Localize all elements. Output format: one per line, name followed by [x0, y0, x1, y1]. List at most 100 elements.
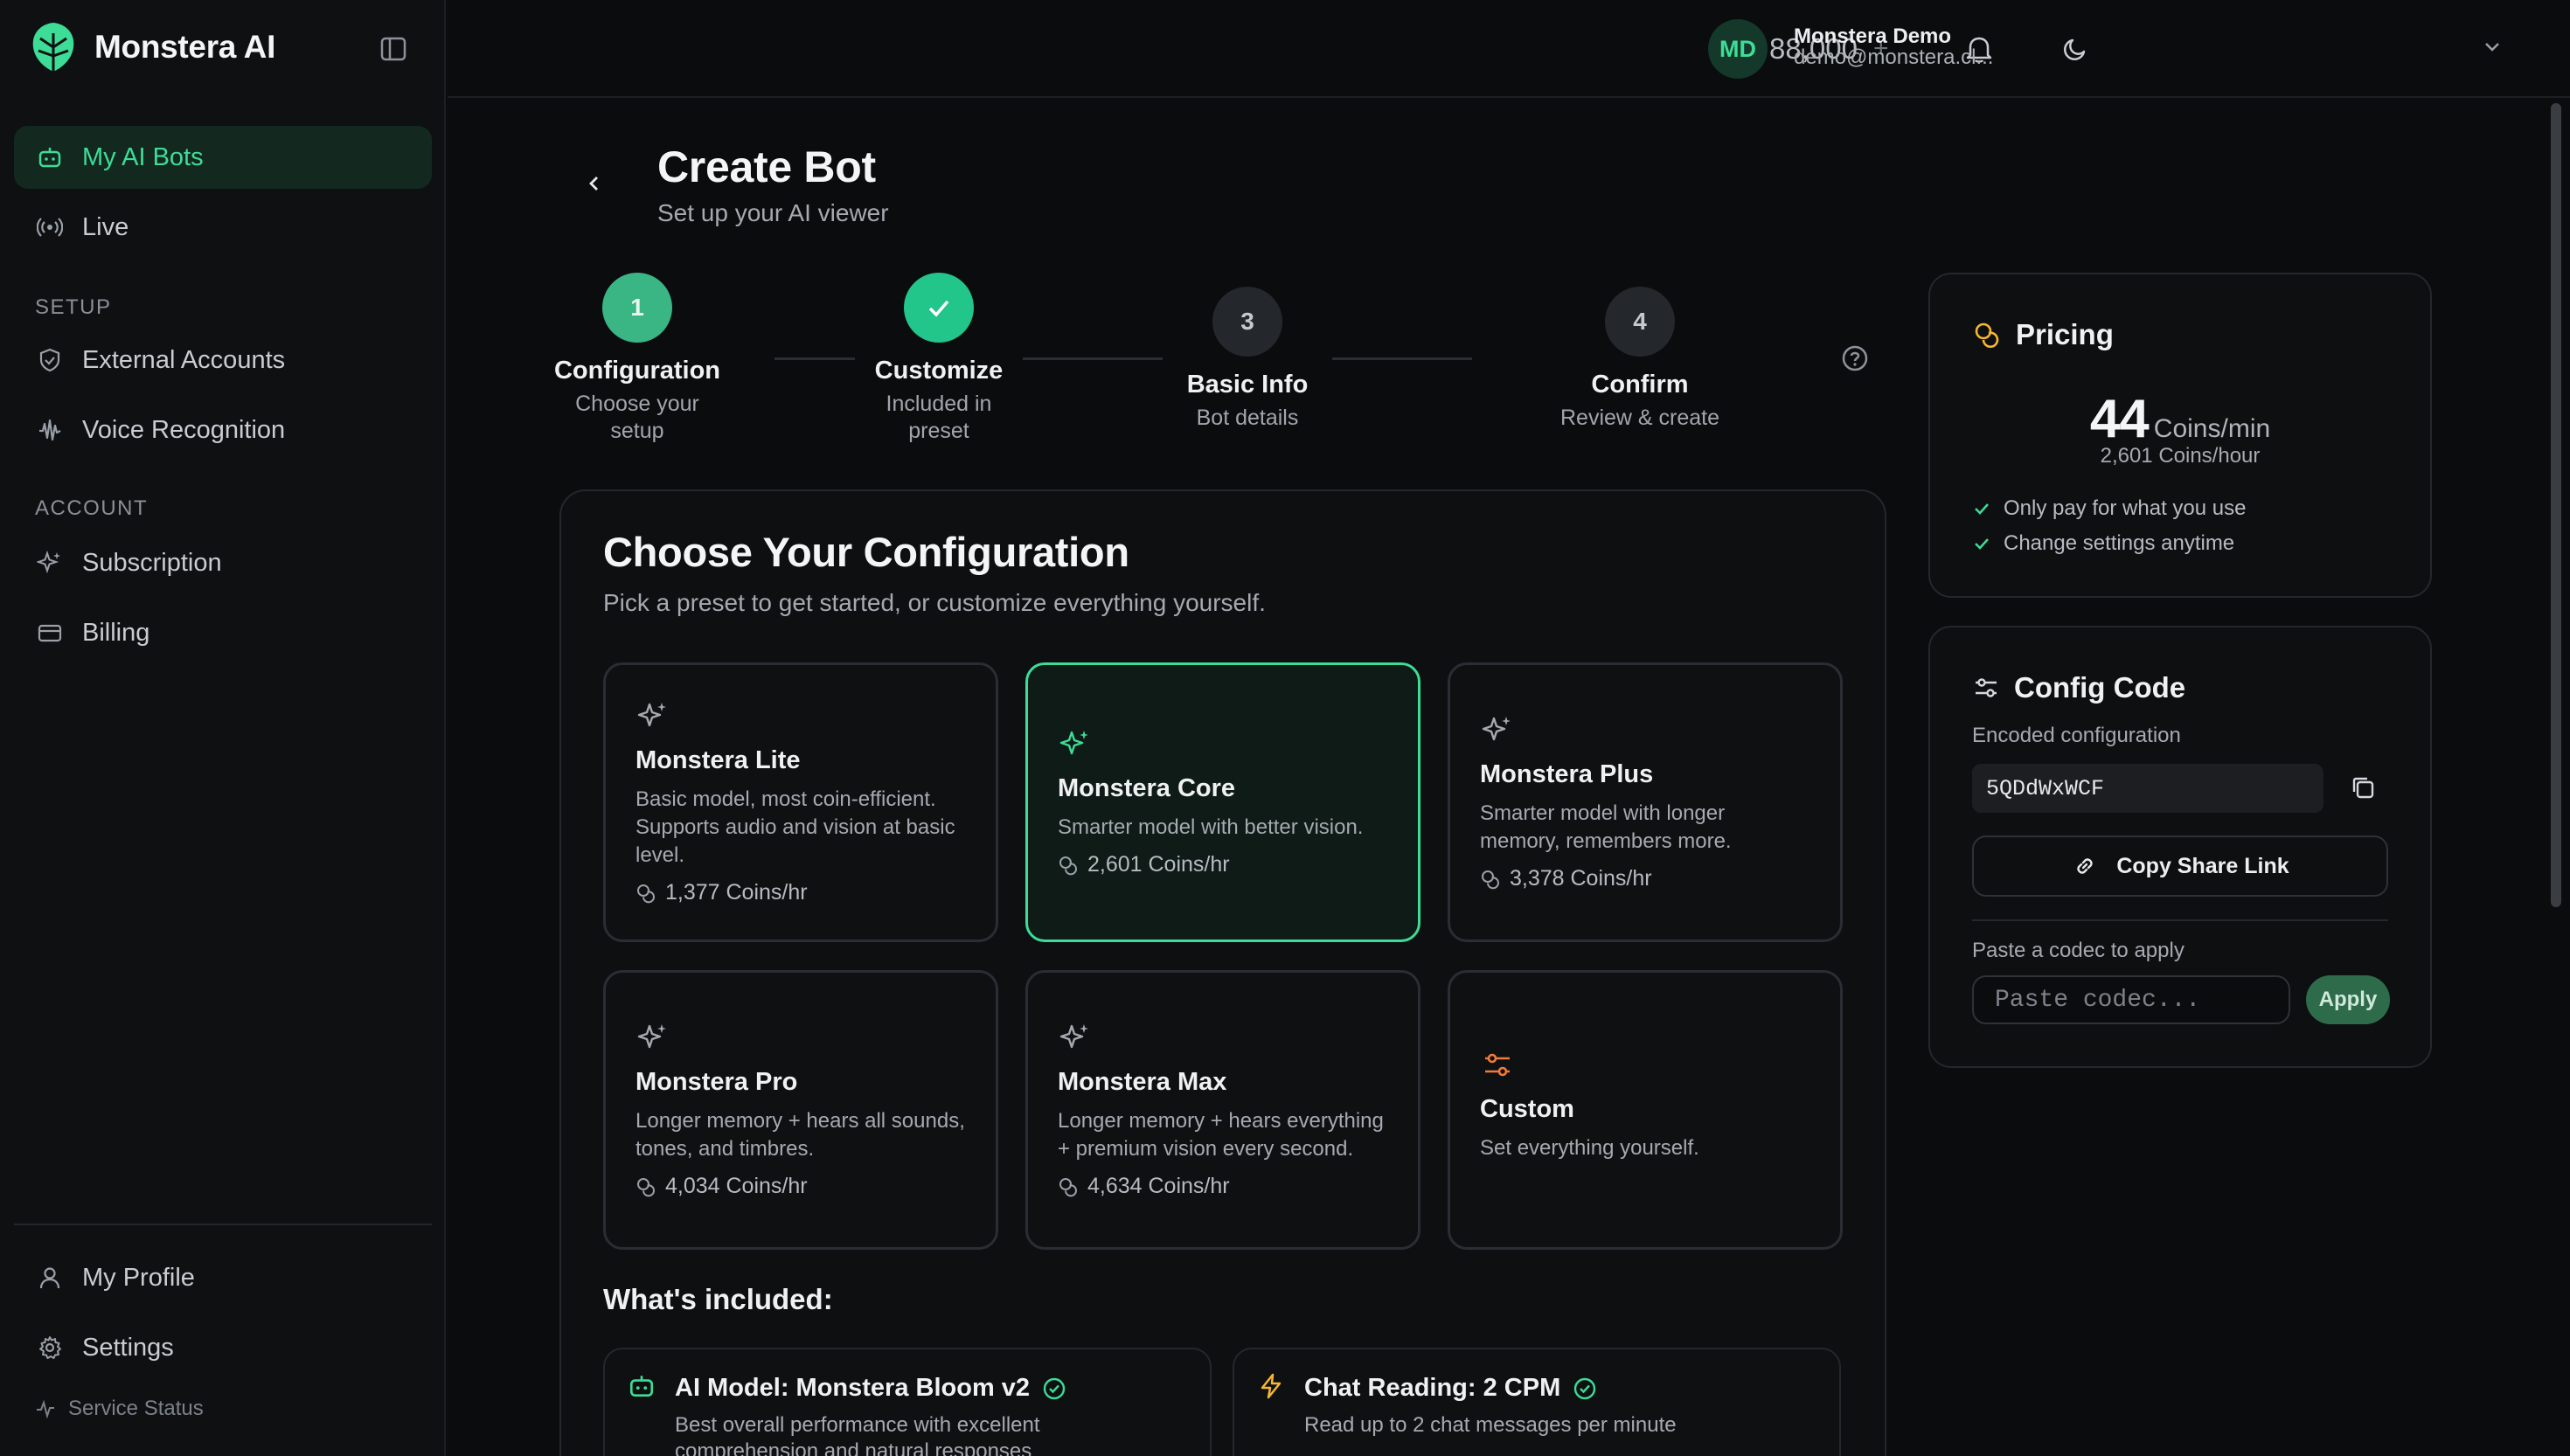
sidebar-item-my-ai-bots[interactable]: My AI Bots — [14, 126, 432, 189]
preset-name: Monstera Core — [1058, 774, 1236, 802]
broadcast-icon — [37, 214, 63, 240]
preset-desc: Longer memory + hears everything + premi… — [1058, 1109, 1384, 1161]
copy-share-link-label: Copy Share Link — [2116, 853, 2289, 878]
step-confirm[interactable]: 4 Confirm Review & create — [1544, 287, 1736, 432]
link-icon — [2071, 852, 2099, 880]
preset-cost: 2,601 Coins/hr — [1058, 852, 1388, 877]
preset-cost: 4,634 Coins/hr — [1058, 1174, 1388, 1199]
sidebar-item-voice-recognition[interactable]: Voice Recognition — [14, 399, 432, 461]
pricing-benefit-text: Change settings anytime — [2004, 531, 2235, 555]
coins-icon — [1058, 855, 1079, 876]
sidebar-section-setup: SETUP — [35, 295, 112, 319]
included-item-desc: Best overall performance with excellent … — [675, 1413, 1040, 1456]
copy-icon[interactable] — [2348, 773, 2378, 802]
preset-cost-value: 4,034 Coins/hr — [665, 1174, 808, 1198]
step-desc: Choose your setup — [575, 392, 699, 443]
back-chevron-icon[interactable] — [577, 166, 612, 201]
paste-codec-label: Paste a codec to apply — [1972, 939, 2184, 962]
bot-icon — [628, 1372, 656, 1400]
service-status-label: Service Status — [68, 1397, 204, 1420]
page-scrollbar[interactable] — [2551, 103, 2561, 907]
user-email: demo@monstera.cl... — [1794, 45, 1994, 69]
sparkles-icon — [37, 550, 63, 576]
preset-monstera-max[interactable]: Monstera Max Longer memory + hears every… — [1025, 970, 1420, 1250]
preset-cost: 3,378 Coins/hr — [1480, 866, 1810, 891]
sidebar-item-label: My Profile — [82, 1263, 195, 1292]
sidebar-item-external-accounts[interactable]: External Accounts — [14, 329, 432, 392]
configuration-subtitle: Pick a preset to get started, or customi… — [603, 589, 1266, 616]
dark-mode-moon-icon[interactable] — [2054, 28, 2096, 70]
help-circle-icon[interactable] — [1839, 343, 1871, 374]
sparkles-icon — [1480, 713, 1810, 748]
coins-icon — [636, 883, 656, 904]
sidebar: Monstera AI My AI Bots Live SETUP Extern… — [0, 0, 446, 1456]
sparkles-icon — [1058, 1021, 1388, 1056]
preset-monstera-core[interactable]: Monstera Core Smarter model with better … — [1025, 662, 1420, 942]
user-avatar[interactable]: MD — [1708, 19, 1768, 79]
step-number: 3 — [1212, 287, 1282, 357]
topbar: 88,000 + — [448, 0, 2570, 98]
included-item-desc: Read up to 2 chat messages per minute — [1304, 1413, 1677, 1437]
copy-share-link-button[interactable]: Copy Share Link — [1972, 835, 2388, 897]
sidebar-item-my-profile[interactable]: My Profile — [14, 1246, 432, 1309]
sidebar-item-label: Live — [82, 212, 129, 241]
step-customize[interactable]: Customize Included in preset — [851, 273, 1026, 445]
apply-button[interactable]: Apply — [2306, 975, 2390, 1024]
preset-custom[interactable]: Custom Set everything yourself. — [1448, 970, 1843, 1250]
pricing-benefit: Only pay for what you use — [1972, 496, 2246, 521]
sparkles-icon — [1058, 727, 1388, 762]
preset-cost: 4,034 Coins/hr — [636, 1174, 966, 1199]
coins-icon — [1058, 1176, 1079, 1197]
pricing-title: Pricing — [2016, 318, 2114, 350]
brand[interactable]: Monstera AI — [30, 19, 275, 75]
included-title: What's included: — [603, 1283, 833, 1315]
included-item-title: Chat Reading: 2 CPM — [1304, 1374, 1597, 1403]
preset-cost-value: 4,634 Coins/hr — [1087, 1174, 1230, 1198]
sidebar-item-settings[interactable]: Settings — [14, 1316, 432, 1379]
preset-cost: 1,377 Coins/hr — [636, 880, 966, 905]
preset-monstera-pro[interactable]: Monstera Pro Longer memory + hears all s… — [603, 970, 998, 1250]
stepper-connector — [774, 357, 855, 360]
chevron-down-icon[interactable] — [2479, 33, 2505, 59]
sidebar-section-account: ACCOUNT — [35, 496, 149, 520]
step-title: Confirm — [1591, 371, 1689, 399]
preset-cost-value: 3,378 Coins/hr — [1510, 866, 1652, 891]
step-title: Basic Info — [1186, 371, 1309, 399]
gear-icon — [37, 1335, 63, 1361]
check-circle-icon — [1042, 1376, 1066, 1401]
sidebar-item-live[interactable]: Live — [14, 196, 432, 259]
paste-codec-input[interactable] — [1972, 975, 2290, 1024]
stepper-connector — [1332, 357, 1472, 360]
config-code-title: Config Code — [2014, 671, 2186, 704]
preset-name: Monstera Pro — [636, 1068, 798, 1096]
included-chat-reading: Chat Reading: 2 CPM Read up to 2 chat me… — [1233, 1348, 1841, 1456]
preset-desc: Basic model, most coin-efficient. Suppor… — [636, 787, 955, 867]
sidebar-item-label: External Accounts — [82, 345, 286, 374]
step-desc: Review & create — [1559, 406, 1720, 430]
step-basic-info[interactable]: 3 Basic Info Bot details — [1160, 287, 1335, 432]
sidebar-item-label: Billing — [82, 618, 150, 647]
config-code-value[interactable]: 5QDdWxWCF — [1972, 764, 2323, 813]
preset-cost-value: 2,601 Coins/hr — [1087, 852, 1230, 877]
preset-desc: Longer memory + hears all sounds, tones,… — [636, 1109, 965, 1161]
service-status-link[interactable]: Service Status — [35, 1397, 204, 1421]
panel-divider — [1972, 919, 2388, 921]
check-icon — [1972, 534, 1991, 553]
check-icon — [904, 273, 974, 343]
preset-name: Monstera Max — [1058, 1068, 1227, 1096]
sidebar-item-billing[interactable]: Billing — [14, 601, 432, 664]
stepper-connector — [1023, 357, 1163, 360]
preset-monstera-lite[interactable]: Monstera Lite Basic model, most coin-eff… — [603, 662, 998, 942]
step-title: Customize — [874, 357, 1004, 385]
included-ai-model: AI Model: Monstera Bloom v2 Best overall… — [603, 1348, 1212, 1456]
step-configuration[interactable]: 1 Configuration Choose your setup — [549, 273, 726, 445]
step-desc: Bot details — [1196, 406, 1299, 430]
collapse-sidebar-icon[interactable] — [376, 33, 411, 65]
price-per-minute: 44 Coins/min — [1930, 388, 2430, 450]
step-number: 1 — [602, 273, 672, 343]
preset-desc: Smarter model with longer memory, rememb… — [1480, 801, 1732, 853]
price-unit: Coins/min — [2153, 414, 2271, 443]
preset-monstera-plus[interactable]: Monstera Plus Smarter model with longer … — [1448, 662, 1843, 942]
sliders-icon — [1972, 674, 2000, 702]
sidebar-item-subscription[interactable]: Subscription — [14, 531, 432, 594]
